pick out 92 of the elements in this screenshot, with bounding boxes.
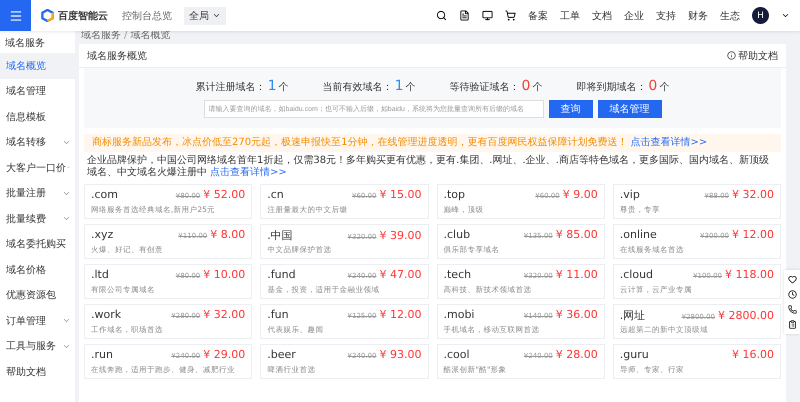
domain-suffix: .cloud [620, 268, 654, 281]
console-link[interactable]: 控制台总览 [122, 8, 172, 22]
sale-price: ¥ 9.00 [562, 188, 598, 201]
top-menu-link[interactable]: 企业 [624, 8, 644, 22]
top-menu-link[interactable]: 工单 [560, 8, 580, 22]
sale-price: ¥ 10.00 [203, 268, 246, 281]
domain-suffix: .tech [444, 268, 472, 281]
sidebar-item[interactable]: 信息模板 [0, 104, 75, 130]
cart-icon[interactable] [505, 10, 516, 21]
sidebar-item[interactable]: 大客户一口价 [0, 155, 75, 180]
monitor-icon[interactable] [482, 10, 493, 21]
top-menu-link[interactable]: 文档 [592, 8, 612, 22]
sale-price: ¥ 15.00 [380, 188, 422, 201]
logo[interactable]: 百度智能云 [41, 8, 108, 22]
details-link[interactable]: 点击查看详情>> [210, 167, 287, 178]
sale-price: ¥ 8.00 [210, 228, 246, 241]
domain-suffix: .guru [620, 348, 649, 361]
search-icon[interactable] [436, 10, 447, 21]
top-menu-link[interactable]: 备案 [528, 8, 548, 22]
sidebar-item[interactable]: 批量注册 [0, 180, 75, 206]
sale-price: ¥ 36.00 [556, 308, 598, 321]
stat-text: 即将到期域名：0 个 [576, 78, 670, 94]
sidebar-item[interactable]: 域名转移 [0, 130, 75, 155]
sale-price: ¥ 28.00 [556, 348, 598, 361]
clock-icon[interactable] [788, 290, 796, 299]
domain-suffix: .com [91, 188, 118, 201]
info-icon [727, 51, 736, 60]
sale-price: ¥ 16.00 [732, 348, 774, 361]
domain-suffix: .top [444, 188, 466, 201]
domain-suffix: .xyz [91, 228, 114, 241]
sale-price: ¥ 32.00 [203, 308, 246, 321]
sale-price: ¥ 11.00 [556, 268, 598, 281]
stat-text: 当前有效域名：1 个 [322, 78, 416, 94]
menu-button[interactable] [0, 0, 31, 31]
breadcrumb-separator: / [124, 30, 128, 40]
sidebar-item[interactable]: 域名管理 [0, 78, 75, 104]
sale-price: ¥ 12.00 [732, 228, 774, 241]
search-button[interactable]: 域名管理 [598, 100, 662, 118]
domain-suffix: .online [620, 228, 657, 241]
sale-price: ¥ 52.00 [203, 188, 246, 201]
domain-suffix: .中国 [267, 228, 293, 243]
sale-price: ¥ 85.00 [556, 228, 598, 241]
list-icon[interactable] [788, 320, 796, 329]
region-select[interactable]: 全局 [184, 6, 226, 24]
domain-suffix: .run [91, 348, 113, 361]
menu-icon [8, 8, 22, 22]
domain-suffix: .beer [267, 348, 296, 361]
sidebar-item[interactable]: 批量续费 [0, 206, 75, 232]
domain-suffix: .ltd [91, 268, 109, 281]
domain-suffix: .work [91, 308, 122, 321]
sale-price: ¥ 29.00 [203, 348, 246, 361]
logo-icon [41, 9, 54, 22]
help-link[interactable]: 帮助文档 [727, 48, 778, 62]
sale-price: ¥ 12.00 [380, 308, 422, 321]
sale-price: ¥ 47.00 [380, 268, 422, 281]
search-button[interactable]: 查询 [548, 100, 592, 118]
sidebar-item[interactable]: 域名概览 [0, 53, 75, 78]
domain-suffix: .club [444, 228, 470, 241]
document-icon[interactable] [459, 10, 470, 21]
sale-price: ¥ 2800.00 [718, 309, 774, 322]
details-link[interactable]: 点击查看详情>> [630, 137, 708, 148]
sidebar-item[interactable]: 优惠资源包 [0, 282, 75, 308]
caret-icon[interactable] [781, 11, 790, 20]
stat-text: 等待验证域名：0 个 [450, 78, 542, 94]
domain-suffix: .fund [267, 268, 296, 281]
top-menu-link[interactable]: 生态 [720, 8, 740, 22]
domain-suffix: .mobi [444, 308, 474, 321]
sale-price: ¥ 39.00 [380, 229, 422, 242]
sidebar-item[interactable]: 域名委托购买 [0, 232, 75, 257]
phone-icon[interactable] [788, 305, 796, 314]
domain-suffix: .cn [267, 188, 284, 201]
sidebar-title: 域名服务 [4, 36, 46, 51]
top-menu-link[interactable]: 支持 [656, 8, 676, 22]
notice-text: 企业品牌保护，中国公司网络域名首年1折起，仅需38元！多年购买更有优惠，更有.集团、.网址、.企业、.商店等特色域名，更多国际、国内域名、新顶级域名、中文域名火爆注册中 点击查看详情>> [86, 155, 770, 179]
sale-price: ¥ 93.00 [380, 348, 422, 361]
stat-text: 累计注册域名：1 个 [196, 78, 289, 94]
domain-suffix: .fun [267, 308, 289, 321]
domain-suffix: .vip [620, 188, 640, 201]
sidebar-item[interactable]: 订单管理 [0, 308, 75, 334]
sale-price: ¥ 32.00 [732, 188, 774, 201]
sidebar-item[interactable]: 帮助文档 [0, 359, 75, 384]
sidebar-item[interactable]: 工具与服务 [0, 334, 75, 359]
heart-icon[interactable] [788, 275, 796, 284]
domain-suffix: .网址 [620, 308, 646, 323]
page-title: 域名服务概览 [87, 50, 147, 62]
top-menu-link[interactable]: 财务 [688, 8, 708, 22]
notice-text: 商标服务新品发布，冰点价低至270元起，极速申报快至1分钟，在线管理进度透明，更有百度网民权益保障计划免费送！ 点击查看详情>> [84, 134, 781, 152]
user-avatar[interactable]: H [752, 7, 769, 24]
sale-price: ¥ 118.00 [725, 268, 774, 281]
sidebar-item[interactable]: 域名价格 [0, 257, 75, 282]
caret-icon [212, 11, 221, 20]
domain-suffix: .cool [444, 348, 470, 361]
